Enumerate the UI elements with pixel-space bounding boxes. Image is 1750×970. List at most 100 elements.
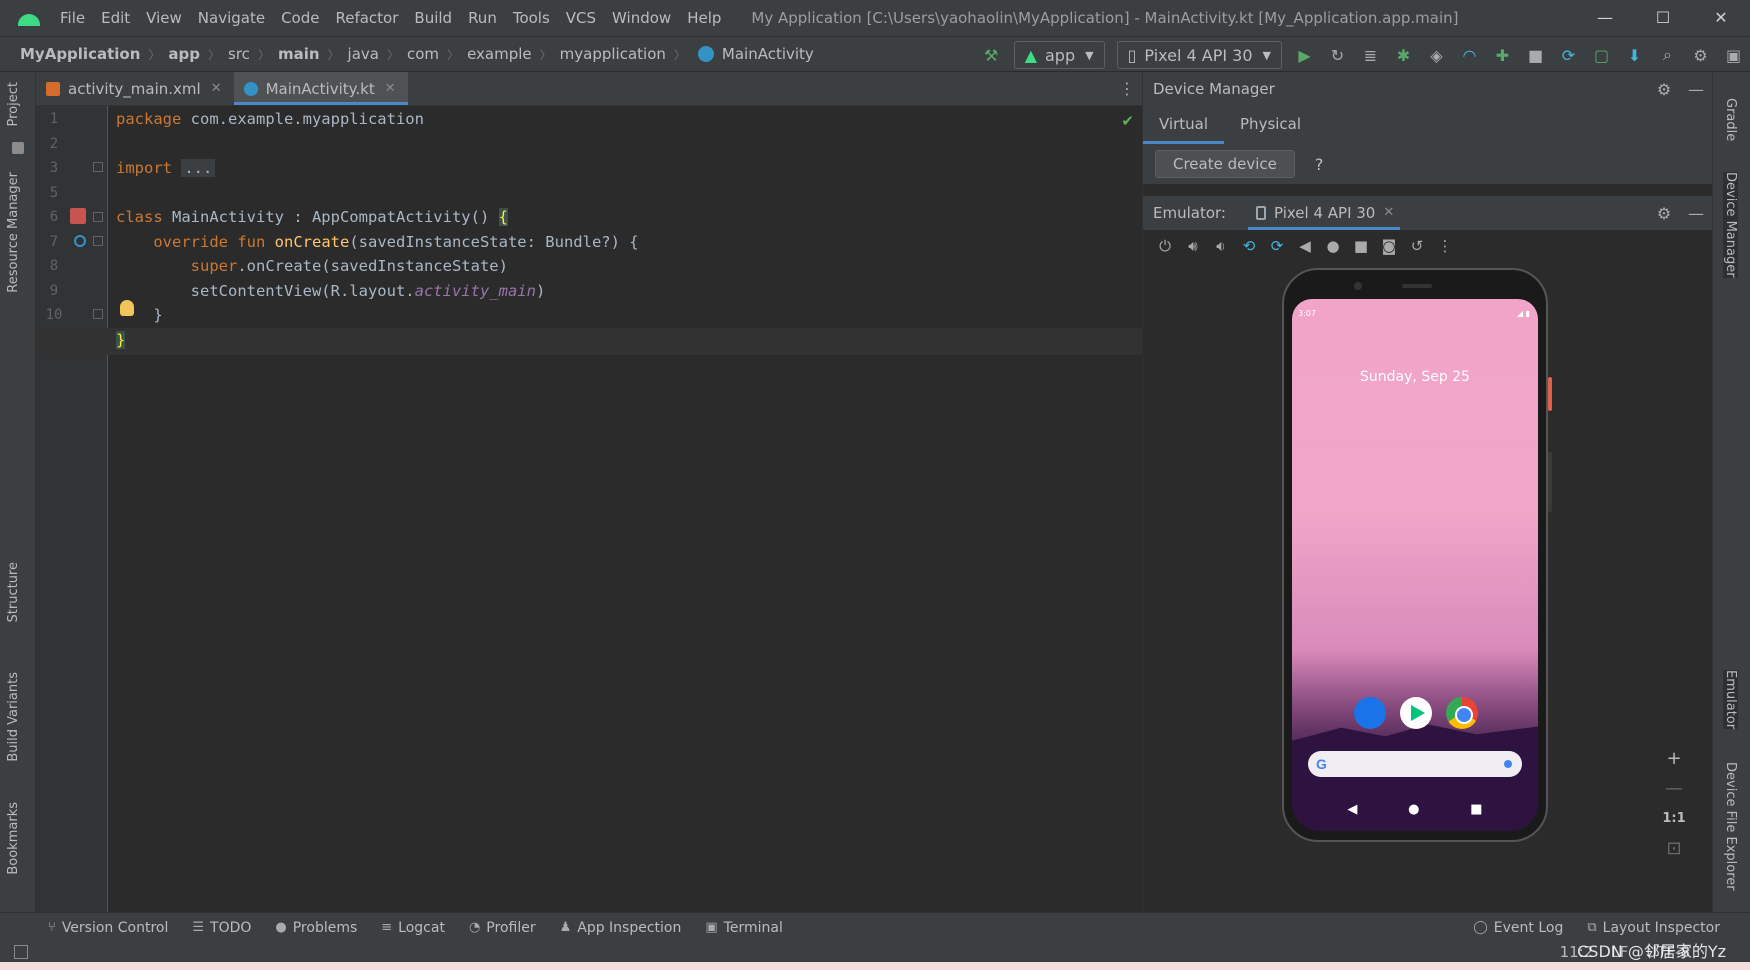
tab-physical[interactable]: Physical — [1224, 106, 1317, 144]
menu-run[interactable]: Run — [460, 0, 505, 36]
zoom-actual-size-button[interactable]: 1:1 — [1662, 804, 1685, 834]
folded-imports[interactable]: ... — [181, 159, 216, 177]
code-editor[interactable]: package com.example.myapplication import… — [36, 106, 1142, 912]
minimize-button[interactable]: — — [1576, 0, 1634, 36]
menu-help[interactable]: Help — [679, 0, 729, 36]
google-search-bar[interactable]: G — [1308, 751, 1522, 777]
tool-window-device-manager[interactable]: Device Manager — [1723, 172, 1738, 278]
close-icon[interactable]: ✕ — [211, 81, 222, 96]
menu-vcs[interactable]: VCS — [558, 0, 604, 36]
breadcrumb-mainactivity[interactable]: MainActivity — [718, 45, 818, 63]
debug-icon[interactable]: ✱ — [1387, 41, 1420, 69]
tool-window-resource-manager[interactable]: Resource Manager — [6, 172, 21, 293]
breadcrumb-com[interactable]: com — [403, 45, 443, 63]
fold-icon[interactable] — [93, 162, 103, 172]
tab-activity-main-xml[interactable]: activity_main.xml ✕ — [36, 72, 234, 105]
tool-window-gradle[interactable]: Gradle — [1723, 98, 1738, 141]
create-device-button[interactable]: Create device — [1155, 150, 1295, 178]
attach-debugger-icon[interactable]: ✚ — [1486, 41, 1519, 69]
assistant-icon[interactable] — [1504, 760, 1512, 768]
nav-recents-button[interactable]: ■ — [1470, 802, 1482, 817]
breadcrumb-src[interactable]: src — [224, 45, 254, 63]
run-config-select[interactable]: ▲ app ▼ — [1013, 41, 1105, 69]
overview-icon[interactable]: ■ — [1347, 237, 1375, 255]
nav-home-button[interactable]: ● — [1408, 802, 1419, 817]
tool-window-profiler[interactable]: ◔ Profiler — [469, 920, 536, 936]
tool-window-structure[interactable]: Structure — [6, 562, 21, 622]
zoom-out-button[interactable]: — — [1665, 774, 1683, 804]
tool-window-emulator[interactable]: Emulator — [1723, 670, 1738, 730]
apply-code-changes-icon[interactable]: ≣ — [1354, 41, 1387, 69]
tool-window-version-control[interactable]: ⑂ Version Control — [48, 920, 168, 936]
tool-window-event-log[interactable]: ◯ Event Log — [1473, 920, 1563, 936]
hide-icon[interactable]: — — [1680, 204, 1712, 223]
override-gutter-icon[interactable] — [74, 235, 86, 247]
tool-window-project[interactable]: Project — [6, 82, 21, 126]
tool-window-layout-inspector[interactable]: ⧉ Layout Inspector — [1587, 920, 1720, 936]
fold-icon[interactable] — [93, 309, 103, 319]
search-icon[interactable]: ⌕ — [1651, 41, 1684, 69]
play-store-app-icon[interactable] — [1400, 697, 1432, 729]
zoom-fit-button[interactable]: ⊡ — [1666, 834, 1681, 864]
sync-gradle-icon[interactable]: ⟳ — [1552, 41, 1585, 69]
breadcrumb-example[interactable]: example — [463, 45, 536, 63]
build-hammer-icon[interactable]: ⚒ — [975, 41, 1008, 69]
tool-window-terminal[interactable]: ▣ Terminal — [705, 920, 782, 936]
fold-icon[interactable] — [93, 212, 103, 222]
rotate-left-icon[interactable]: ⟲ — [1235, 237, 1263, 255]
back-icon[interactable]: ◀ — [1291, 237, 1319, 255]
profile-icon[interactable]: ◠ — [1453, 41, 1486, 69]
rotate-right-icon[interactable]: ⟳ — [1263, 237, 1291, 255]
maximize-button[interactable]: ☐ — [1634, 0, 1692, 36]
snapshot-icon[interactable]: ↺ — [1403, 237, 1431, 255]
tool-window-app-inspection[interactable]: ♟ App Inspection — [560, 920, 682, 936]
menu-refactor[interactable]: Refactor — [327, 0, 406, 36]
tool-window-device-file-explorer[interactable]: Device File Explorer — [1723, 762, 1738, 891]
menu-build[interactable]: Build — [406, 0, 460, 36]
more-icon[interactable]: ⋮ — [1112, 72, 1142, 105]
breadcrumb-myapplication[interactable]: myapplication — [556, 45, 670, 63]
apply-changes-icon[interactable]: ↻ — [1321, 41, 1354, 69]
menu-edit[interactable]: Edit — [93, 0, 138, 36]
device-manager-icon[interactable]: ▢ — [1585, 41, 1618, 69]
volume-down-icon[interactable]: 🔉︎ — [1207, 237, 1235, 255]
tool-window-todo[interactable]: ☰ TODO — [192, 920, 251, 936]
stop-icon[interactable]: ■ — [1519, 41, 1552, 69]
more-icon[interactable]: ⋮ — [1431, 237, 1459, 255]
menu-tools[interactable]: Tools — [505, 0, 558, 36]
lightbulb-icon[interactable] — [120, 300, 134, 316]
menu-window[interactable]: Window — [604, 0, 679, 36]
tab-virtual[interactable]: Virtual — [1143, 106, 1225, 144]
close-icon[interactable]: ✕ — [1383, 197, 1394, 229]
volume-up-icon[interactable]: 🔊︎ — [1179, 237, 1207, 255]
fold-icon[interactable] — [93, 236, 103, 246]
breadcrumb-project[interactable]: MyApplication — [16, 45, 144, 63]
emulator-screen[interactable]: 3:07 ◢ ▮ Sunday, Sep 25 G ◀ ● ■ — [1292, 299, 1538, 831]
menu-code[interactable]: Code — [273, 0, 327, 36]
breadcrumb-java[interactable]: java — [344, 45, 383, 63]
tab-mainactivity-kt[interactable]: MainActivity.kt ✕ — [233, 72, 408, 105]
tool-window-problems[interactable]: ● Problems — [275, 920, 357, 936]
menu-view[interactable]: View — [138, 0, 190, 36]
gear-icon[interactable]: ⚙ — [1648, 204, 1680, 223]
sdk-manager-icon[interactable]: ⬇ — [1618, 41, 1651, 69]
power-icon[interactable]: ⏻ — [1151, 237, 1179, 255]
avatar[interactable]: ▣ — [1717, 41, 1750, 69]
device-select[interactable]: ▯ Pixel 4 API 30 ▼ — [1116, 41, 1282, 69]
nav-back-button[interactable]: ◀ — [1347, 802, 1357, 817]
menu-navigate[interactable]: Navigate — [190, 0, 273, 36]
coverage-icon[interactable]: ◈ — [1420, 41, 1453, 69]
help-icon[interactable]: ? — [1315, 155, 1324, 174]
zoom-in-button[interactable]: + — [1666, 744, 1681, 774]
home-icon[interactable]: ● — [1319, 237, 1347, 255]
breadcrumb-main[interactable]: main — [274, 45, 324, 63]
tool-window-bookmarks[interactable]: Bookmarks — [6, 802, 21, 875]
breadcrumb-app[interactable]: app — [164, 45, 204, 63]
emulator-device-tab[interactable]: Pixel 4 API 30 ✕ — [1247, 197, 1401, 230]
gear-icon[interactable]: ⚙ — [1648, 80, 1680, 99]
close-icon[interactable]: ✕ — [385, 81, 396, 96]
chrome-app-icon[interactable] — [1446, 697, 1478, 729]
run-activity-gutter-icon[interactable] — [70, 208, 86, 224]
close-button[interactable]: ✕ — [1692, 0, 1750, 36]
messages-app-icon[interactable] — [1354, 697, 1386, 729]
